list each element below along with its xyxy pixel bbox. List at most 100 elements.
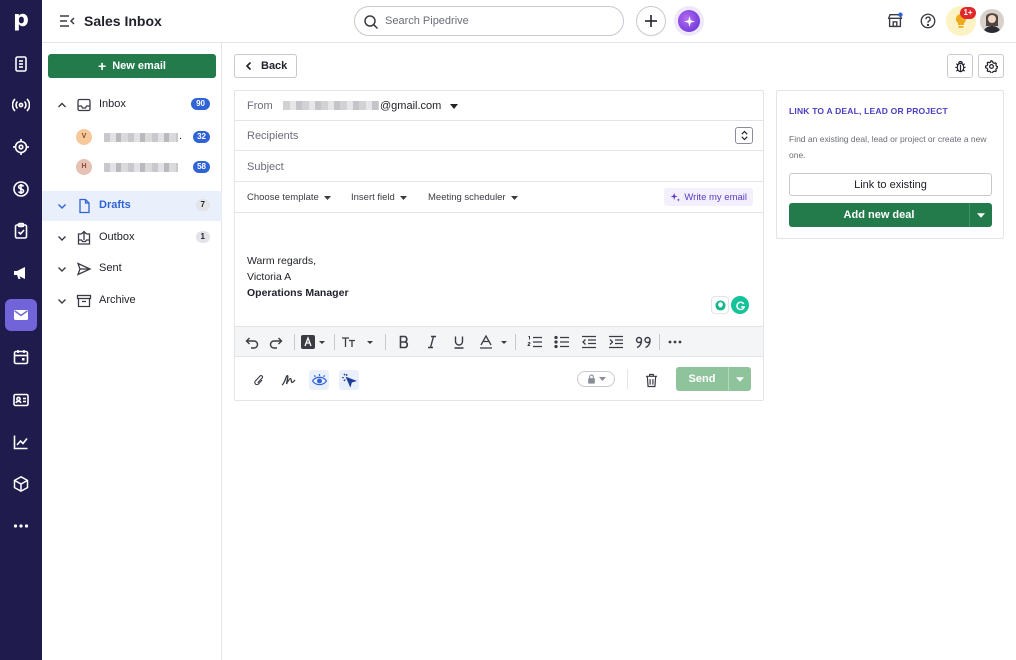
- write-my-email-button[interactable]: Write my email: [664, 188, 753, 206]
- megaphone-icon[interactable]: [5, 257, 37, 289]
- chevron-down-icon[interactable]: [57, 233, 67, 243]
- signature-icon[interactable]: [279, 370, 299, 390]
- email-tracking-click-icon[interactable]: [339, 370, 359, 390]
- target-icon[interactable]: [5, 131, 37, 163]
- caret-down-icon[interactable]: [450, 104, 458, 109]
- outbox-icon: [77, 230, 91, 245]
- toolbar-divider: [515, 334, 516, 350]
- chevron-left-icon: [245, 61, 252, 71]
- template-label: Choose template: [247, 192, 319, 203]
- text-style-dropdown[interactable]: [301, 334, 327, 350]
- email-tracking-open-icon[interactable]: [309, 370, 329, 390]
- folder-inbox[interactable]: Inbox 90: [42, 90, 222, 120]
- unread-count-badge: 90: [191, 98, 210, 110]
- global-search[interactable]: [354, 6, 624, 36]
- add-options-dropdown[interactable]: [969, 203, 992, 227]
- numbered-list-icon[interactable]: [527, 334, 543, 350]
- recipients-row[interactable]: Recipients: [235, 121, 763, 151]
- from-row[interactable]: From @gmail.com: [235, 91, 763, 121]
- recipients-label: Recipients: [247, 130, 299, 142]
- leads-icon[interactable]: [5, 48, 37, 80]
- from-label: From: [247, 100, 273, 112]
- actions-divider: [627, 369, 628, 389]
- indent-icon[interactable]: [608, 334, 624, 350]
- signature-closing: Warm regards,: [247, 255, 317, 267]
- mail-icon[interactable]: [5, 299, 37, 331]
- font-color-dropdown[interactable]: [479, 334, 509, 350]
- pipedrive-logo[interactable]: p: [10, 8, 32, 32]
- privacy-dropdown[interactable]: [577, 371, 615, 387]
- broadcast-icon[interactable]: [5, 89, 37, 121]
- caret-down-icon: [399, 195, 407, 200]
- ai-assistant-button[interactable]: [674, 6, 704, 36]
- subject-label: Subject: [247, 161, 284, 173]
- chevron-down-icon[interactable]: [57, 296, 67, 306]
- italic-icon[interactable]: [426, 334, 438, 350]
- more-apps-icon[interactable]: [5, 510, 37, 542]
- help-icon[interactable]: [918, 11, 938, 31]
- undo-icon[interactable]: [243, 334, 259, 350]
- user-avatar[interactable]: [980, 9, 1004, 33]
- folder-label: Drafts: [99, 199, 131, 211]
- insert-field-dropdown[interactable]: Insert field: [351, 192, 407, 203]
- expand-icon: [740, 130, 748, 141]
- caret-down-icon: [598, 377, 606, 381]
- account-avatar: V: [76, 129, 92, 145]
- account-item[interactable]: V . 32: [42, 122, 222, 152]
- tasks-icon[interactable]: [5, 215, 37, 247]
- meeting-scheduler-dropdown[interactable]: Meeting scheduler: [428, 192, 518, 203]
- bulleted-list-icon[interactable]: [554, 334, 570, 350]
- count-badge: 1: [195, 231, 210, 243]
- trash-icon[interactable]: [641, 370, 661, 390]
- folder-drafts[interactable]: Drafts 7: [42, 191, 222, 221]
- archive-icon: [76, 294, 92, 308]
- settings-button[interactable]: [978, 54, 1004, 78]
- sparkle-icon: [678, 10, 700, 32]
- folder-sent[interactable]: Sent: [42, 254, 222, 284]
- collapse-menu-icon[interactable]: [58, 13, 76, 29]
- subject-row[interactable]: Subject: [235, 151, 763, 182]
- quick-add-button[interactable]: [636, 6, 666, 36]
- outdent-icon[interactable]: [581, 334, 597, 350]
- chevron-up-icon[interactable]: [57, 100, 67, 110]
- grammarly-icon[interactable]: [731, 296, 749, 314]
- attachment-icon[interactable]: [249, 370, 269, 390]
- sparkle-icon: [670, 192, 681, 202]
- redacted-from-address: [283, 101, 379, 110]
- underline-icon[interactable]: [453, 334, 465, 350]
- bug-report-button[interactable]: [947, 54, 973, 78]
- more-options-icon[interactable]: [668, 334, 682, 350]
- redo-icon[interactable]: [269, 334, 285, 350]
- dollar-icon[interactable]: [5, 173, 37, 205]
- send-button[interactable]: Send: [676, 367, 728, 391]
- choose-template-dropdown[interactable]: Choose template: [247, 192, 331, 203]
- panel-title: LINK TO A DEAL, LEAD OR PROJECT: [789, 106, 948, 116]
- quote-icon[interactable]: [635, 334, 653, 350]
- meeting-label: Meeting scheduler: [428, 192, 506, 203]
- products-icon[interactable]: [5, 468, 37, 500]
- folder-outbox[interactable]: Outbox 1: [42, 223, 222, 253]
- chevron-down-icon[interactable]: [57, 264, 67, 274]
- cc-bcc-toggle[interactable]: [735, 127, 753, 144]
- calendar-icon[interactable]: [5, 341, 37, 373]
- send-options-button[interactable]: [728, 367, 751, 391]
- contacts-icon[interactable]: [5, 384, 37, 416]
- chevron-down-icon[interactable]: [57, 201, 67, 211]
- from-domain: @gmail.com: [380, 100, 442, 112]
- marketplace-icon[interactable]: [885, 11, 905, 31]
- folder-label: Sent: [99, 262, 122, 274]
- folder-archive[interactable]: Archive: [42, 286, 222, 316]
- new-email-button[interactable]: + New email: [48, 54, 216, 78]
- lightbulb-suggestion-icon[interactable]: [711, 296, 729, 314]
- link-to-existing-button[interactable]: Link to existing: [789, 173, 992, 196]
- bold-icon[interactable]: [398, 334, 410, 350]
- insights-icon[interactable]: [5, 426, 37, 458]
- top-bar: Sales Inbox 1+: [42, 0, 1016, 43]
- gear-icon: [984, 59, 998, 73]
- unread-count-badge: 32: [193, 131, 210, 143]
- account-item[interactable]: H 58: [42, 152, 222, 182]
- add-new-deal-button[interactable]: Add new deal: [789, 203, 992, 227]
- font-size-dropdown[interactable]: [341, 334, 375, 350]
- search-input[interactable]: [385, 13, 605, 29]
- back-button[interactable]: Back: [234, 54, 297, 78]
